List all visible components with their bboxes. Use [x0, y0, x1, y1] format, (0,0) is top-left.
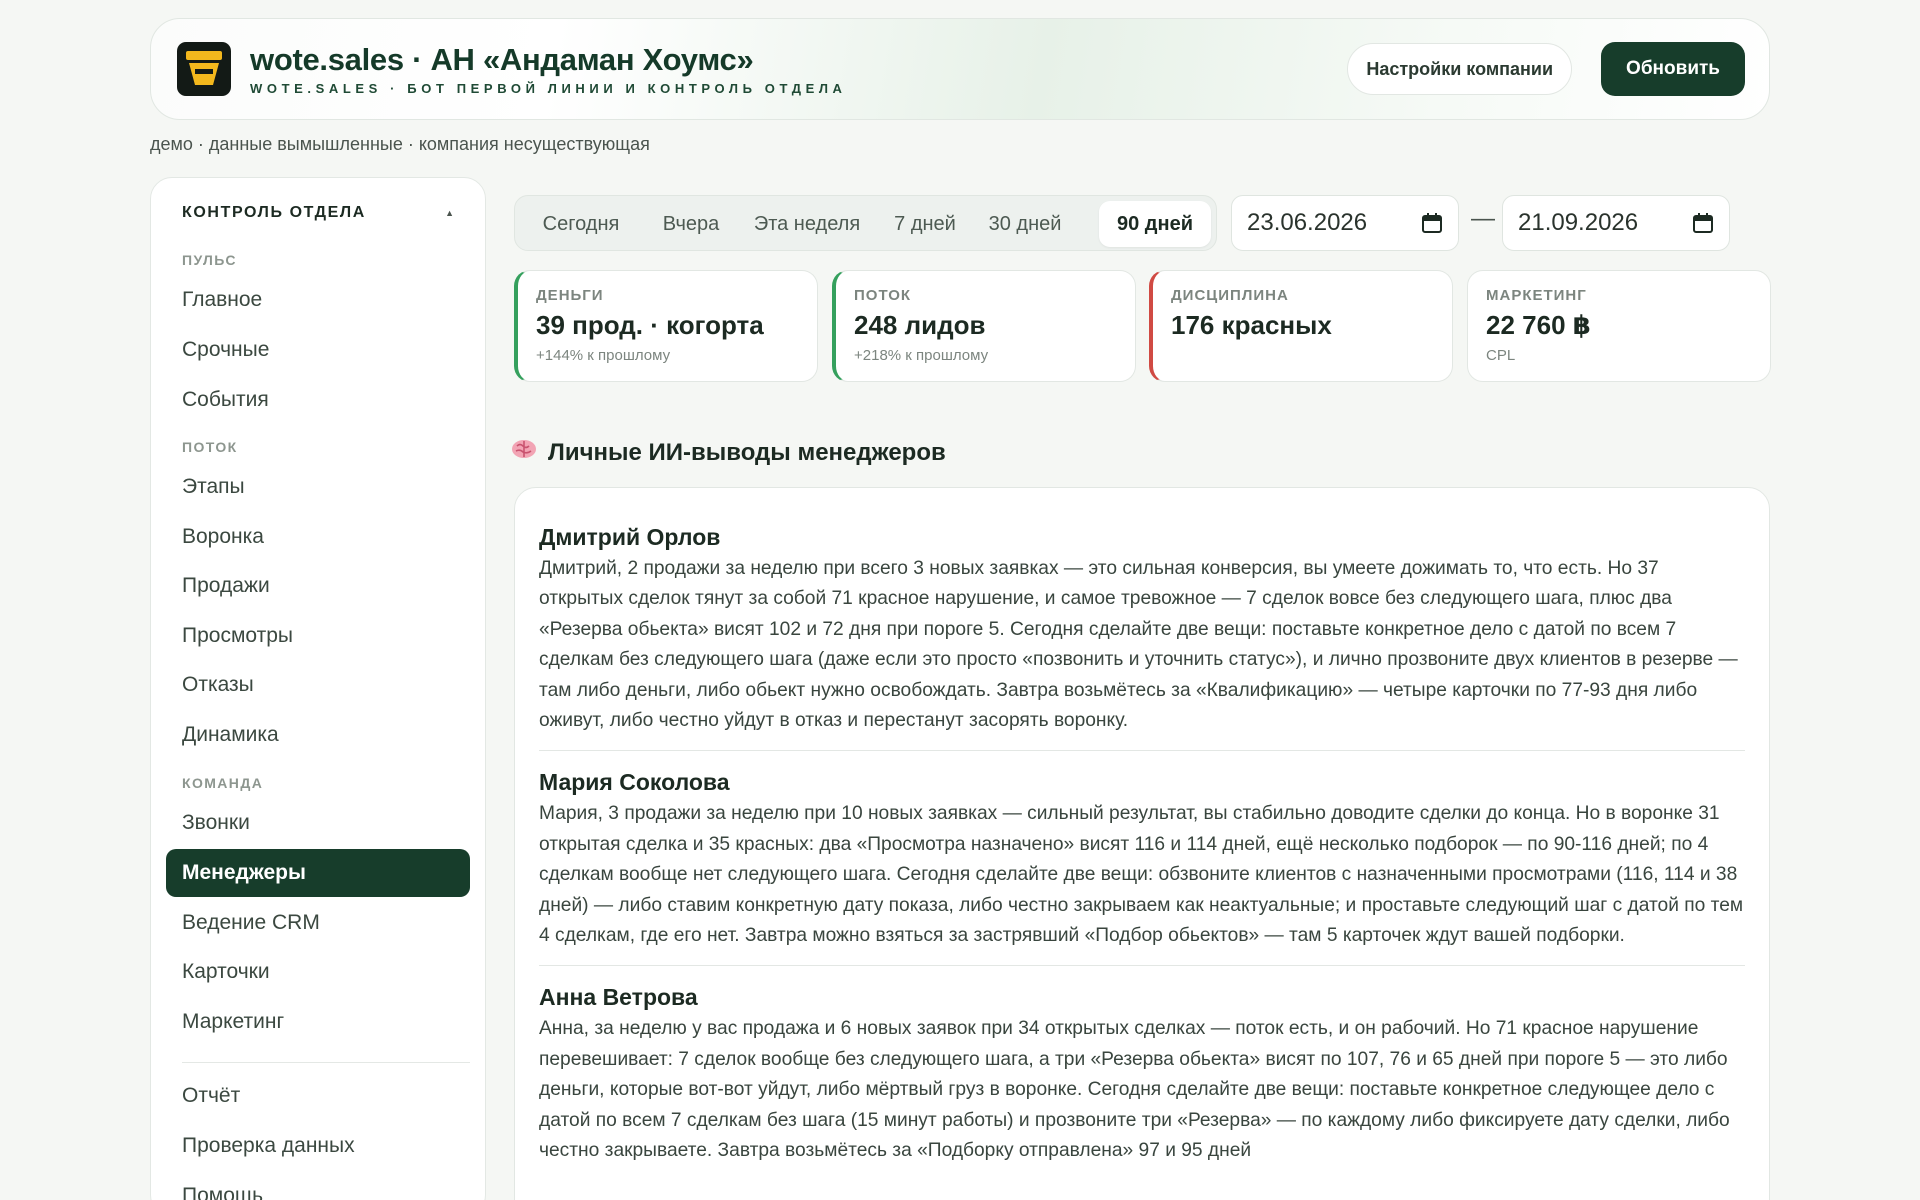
sidebar-item-managers[interactable]: Менеджеры [166, 849, 470, 897]
sidebar-item-calls[interactable]: Звонки [166, 799, 470, 847]
sidebar-item-sales[interactable]: Продажи [166, 562, 470, 610]
manager-name: Анна Ветрова [539, 984, 698, 1011]
manager-name: Дмитрий Орлов [539, 524, 721, 550]
sidebar-section-pulse: ПУЛЬС [182, 252, 237, 268]
sidebar-item-urgent[interactable]: Срочные [166, 326, 470, 374]
demo-note: демо · данные вымышленные · компания нес… [150, 134, 650, 154]
kpi-value: 39 прод. · когорта [536, 310, 764, 340]
sidebar-item-stages[interactable]: Этапы [166, 463, 470, 511]
kpi-sub: +218% к прошлому [854, 347, 989, 364]
calendar-icon[interactable] [1421, 212, 1443, 241]
sidebar-item-crm[interactable]: Ведение CRM [166, 899, 470, 947]
date-to-value: 21.09.2026 [1518, 209, 1639, 236]
refresh-button[interactable]: Обновить [1601, 42, 1745, 96]
sidebar-section-team: КОМАНДА [182, 775, 264, 791]
tab-this-week[interactable]: Эта неделя [741, 201, 873, 247]
kpi-value: 176 красных [1171, 310, 1332, 340]
managers-insights-card: Дмитрий Орлов Дмитрий, 2 продажи за неде… [514, 487, 1770, 1200]
kpi-card-flow[interactable]: ПОТОК 248 лидов +218% к прошлому [832, 270, 1136, 382]
sidebar-item-viewings[interactable]: Просмотры [166, 612, 470, 660]
kpi-value: 22 760 ฿ [1486, 310, 1591, 340]
company-settings-button[interactable]: Настройки компании [1347, 43, 1573, 95]
sidebar-item-cards[interactable]: Карточки [166, 948, 470, 996]
app-logo-icon [177, 42, 231, 96]
sidebar-item-data-check[interactable]: Проверка данных [166, 1122, 470, 1170]
app-title: wote.sales · АН «Андаман Хоумс» [250, 41, 754, 77]
manager-insight-text: Анна, за неделю у вас продажа и 6 новых … [539, 1018, 1730, 1162]
kpi-card-money[interactable]: ДЕНЬГИ 39 прод. · когорта +144% к прошло… [514, 270, 818, 382]
tab-7-days[interactable]: 7 дней [877, 201, 973, 247]
sidebar-divider [182, 1062, 470, 1063]
manager-insight: Мария Соколова Мария, 3 продажи за недел… [539, 767, 1745, 967]
kpi-sub: CPL [1486, 347, 1516, 364]
sidebar-item-main[interactable]: Главное [166, 276, 470, 324]
sidebar: КОНТРОЛЬ ОТДЕЛА ▲ ПУЛЬС Главное Срочные … [150, 177, 486, 1200]
sidebar-item-refusals[interactable]: Отказы [166, 661, 470, 709]
sidebar-item-dynamics[interactable]: Динамика [166, 711, 470, 759]
kpi-sub: +144% к прошлому [536, 347, 671, 364]
tab-90-days[interactable]: 90 дней [1099, 201, 1211, 247]
sidebar-item-help[interactable]: Помощь [166, 1172, 470, 1200]
kpi-label: ДЕНЬГИ [536, 287, 604, 304]
tab-yesterday[interactable]: Вчера [645, 201, 737, 247]
sidebar-heading-label: КОНТРОЛЬ ОТДЕЛА [182, 204, 366, 221]
section-title: Личные ИИ-выводы менеджеров [511, 438, 946, 467]
tab-30-days[interactable]: 30 дней [977, 201, 1073, 247]
date-from-value: 23.06.2026 [1247, 209, 1368, 236]
tab-today[interactable]: Сегодня [521, 201, 641, 247]
kpi-card-discipline[interactable]: ДИСЦИПЛИНА 176 красных [1149, 270, 1453, 382]
calendar-icon[interactable] [1692, 212, 1714, 241]
kpi-value: 248 лидов [854, 310, 986, 340]
kpi-label: ДИСЦИПЛИНА [1171, 287, 1289, 304]
kpi-card-marketing[interactable]: МАРКЕТИНГ 22 760 ฿ CPL [1467, 270, 1771, 382]
manager-insight-text: Мария, 3 продажи за неделю при 10 новых … [539, 803, 1744, 947]
date-from-input[interactable]: 23.06.2026 [1231, 195, 1459, 251]
sidebar-item-report[interactable]: Отчёт [166, 1072, 470, 1120]
section-title-text: Личные ИИ-выводы менеджеров [548, 438, 946, 466]
sidebar-heading[interactable]: КОНТРОЛЬ ОТДЕЛА ▲ [182, 204, 454, 222]
date-range-separator: — [1471, 205, 1495, 232]
brand: wote.sales · АН «Андаман Хоумс» WOTE.SAL… [250, 41, 847, 96]
app-header: wote.sales · АН «Андаман Хоумс» WOTE.SAL… [150, 18, 1770, 120]
manager-insight: Дмитрий Орлов Дмитрий, 2 продажи за неде… [539, 522, 1745, 752]
sidebar-item-funnel[interactable]: Воронка [166, 513, 470, 561]
period-tabs: Сегодня Вчера Эта неделя 7 дней 30 дней … [514, 195, 1217, 251]
manager-insight: Анна Ветрова Анна, за неделю у вас прода… [539, 982, 1745, 1180]
date-to-input[interactable]: 21.09.2026 [1502, 195, 1730, 251]
app-subtitle: WOTE.SALES · БОТ ПЕРВОЙ ЛИНИИ И КОНТРОЛЬ… [250, 80, 847, 96]
sidebar-item-events[interactable]: События [166, 376, 470, 424]
sidebar-section-flow: ПОТОК [182, 439, 238, 455]
kpi-label: МАРКЕТИНГ [1486, 287, 1587, 304]
manager-name: Мария Соколова [539, 769, 730, 796]
kpi-label: ПОТОК [854, 287, 912, 304]
brain-icon [511, 438, 537, 467]
sidebar-item-marketing[interactable]: Маркетинг [166, 998, 470, 1046]
manager-insight-text: Дмитрий, 2 продажи за неделю при всего 3… [539, 558, 1738, 732]
collapse-caret-icon[interactable]: ▲ [445, 208, 454, 218]
